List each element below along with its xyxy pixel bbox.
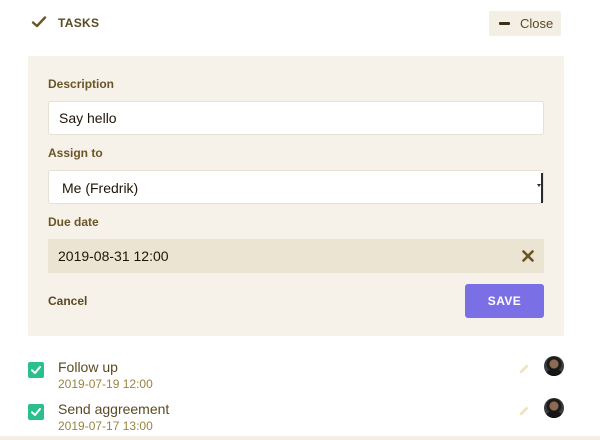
task-date: 2019-07-17 13:00 (58, 419, 153, 433)
check-icon (31, 408, 41, 416)
pencil-icon[interactable] (518, 363, 530, 375)
due-date-input[interactable]: 2019-08-31 12:00 (48, 239, 544, 273)
task-date: 2019-07-19 12:00 (58, 377, 153, 391)
pencil-icon[interactable] (518, 405, 530, 417)
task-item: Follow up 2019-07-19 12:00 (0, 356, 600, 399)
due-date-value: 2019-08-31 12:00 (58, 248, 169, 264)
tasks-header: TASKS Close (0, 0, 600, 46)
divider (0, 436, 600, 440)
minus-icon (499, 22, 510, 25)
task-title[interactable]: Send aggreement (58, 401, 169, 417)
avatar[interactable] (544, 398, 564, 418)
avatar[interactable] (544, 356, 564, 376)
task-item: Send aggreement 2019-07-17 13:00 (0, 398, 600, 440)
close-icon[interactable] (521, 249, 535, 263)
close-button[interactable]: Close (489, 11, 561, 36)
chevron-down-icon (537, 184, 541, 187)
task-checkbox[interactable] (28, 362, 44, 378)
task-checkbox[interactable] (28, 404, 44, 420)
description-label: Description (48, 77, 115, 91)
task-title[interactable]: Follow up (58, 359, 118, 375)
check-icon (31, 16, 47, 28)
assign-to-value: Me (Fredrik) (62, 180, 139, 196)
tasks-window: TASKS Close Description Assign to Me (Fr… (0, 0, 600, 440)
check-icon (31, 366, 41, 374)
select-edge (539, 173, 543, 203)
close-label: Close (520, 16, 554, 31)
cancel-button[interactable]: Cancel (48, 294, 87, 308)
assign-to-label: Assign to (48, 146, 103, 160)
header-title: TASKS (58, 16, 100, 30)
new-task-form: Description Assign to Me (Fredrik) Due d… (28, 56, 564, 336)
description-input[interactable] (48, 101, 544, 135)
due-date-label: Due date (48, 215, 99, 229)
assign-to-select[interactable]: Me (Fredrik) (48, 170, 544, 204)
save-button[interactable]: SAVE (465, 284, 544, 318)
